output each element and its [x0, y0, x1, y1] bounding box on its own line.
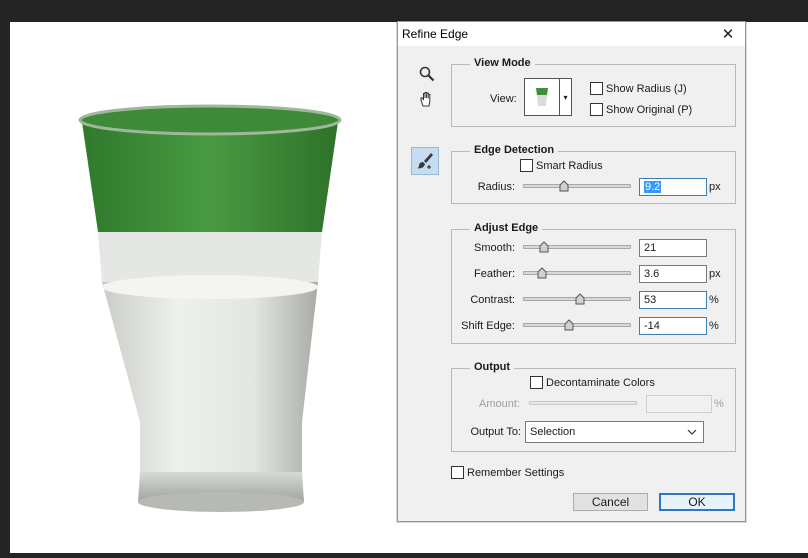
feather-slider[interactable] [523, 265, 631, 281]
radius-input[interactable]: 9.2 [639, 178, 707, 196]
chevron-down-icon [687, 429, 697, 435]
contrast-unit: % [709, 294, 719, 306]
adjust-edge-legend: Adjust Edge [470, 222, 543, 234]
slider-track [523, 323, 631, 327]
contrast-label: Contrast: [470, 294, 515, 306]
radius-label: Radius: [477, 181, 515, 193]
output-to-label: Output To: [470, 426, 521, 438]
checkbox-box [451, 466, 464, 479]
shift-edge-input[interactable]: -14 [639, 317, 707, 335]
output-to-value: Selection [530, 426, 576, 438]
output-legend: Output [470, 361, 515, 373]
feather-input[interactable]: 3.6 [639, 265, 707, 283]
milk-glass-image [78, 104, 342, 512]
decontaminate-colors-checkbox[interactable]: Decontaminate Colors [530, 376, 655, 389]
show-radius-checkbox[interactable]: Show Radius (J) [590, 82, 687, 95]
hand-tool-button[interactable] [414, 86, 440, 112]
view-label: View: [490, 93, 517, 105]
zoom-tool-button[interactable] [414, 61, 440, 87]
edge-detection-legend: Edge Detection [470, 144, 559, 156]
smooth-slider[interactable] [523, 239, 631, 255]
shift-edge-label: Shift Edge: [461, 320, 515, 332]
close-icon[interactable]: ✕ [717, 24, 739, 44]
checkbox-box [590, 82, 603, 95]
slider-track [523, 184, 631, 188]
cancel-button[interactable]: Cancel [573, 493, 648, 511]
view-thumbnail [525, 79, 559, 115]
refine-edge-dialog: Refine Edge ✕ View Mode View: ▾ Show Rad… [397, 21, 746, 522]
show-original-checkbox[interactable]: Show Original (P) [590, 103, 692, 116]
decontaminate-colors-label: Decontaminate Colors [546, 376, 655, 389]
slider-thumb[interactable] [575, 293, 585, 305]
checkbox-box [520, 159, 533, 172]
radius-unit: px [709, 181, 721, 193]
amount-slider [529, 395, 637, 411]
remember-settings-label: Remember Settings [467, 466, 565, 479]
shift-edge-slider[interactable] [523, 317, 631, 333]
slider-thumb[interactable] [539, 241, 549, 253]
slider-thumb[interactable] [537, 267, 547, 279]
slider-thumb[interactable] [564, 319, 574, 331]
checkbox-box [590, 103, 603, 116]
dialog-title: Refine Edge [402, 27, 469, 41]
view-mode-legend: View Mode [470, 57, 535, 69]
feather-label: Feather: [474, 268, 515, 280]
chevron-down-icon: ▾ [559, 79, 571, 115]
amount-label: Amount: [479, 398, 520, 410]
amount-input [646, 395, 712, 413]
contrast-input[interactable]: 53 [639, 291, 707, 309]
checkbox-box [530, 376, 543, 389]
radius-slider[interactable] [523, 178, 631, 194]
contrast-slider[interactable] [523, 291, 631, 307]
radius-value: 9.2 [644, 181, 662, 193]
ok-button[interactable]: OK [659, 493, 735, 511]
show-radius-label: Show Radius (J) [606, 82, 687, 95]
remember-settings-checkbox[interactable]: Remember Settings [451, 466, 564, 479]
smooth-label: Smooth: [474, 242, 515, 254]
show-original-label: Show Original (P) [606, 103, 693, 116]
smart-radius-label: Smart Radius [536, 159, 603, 172]
amount-unit: % [714, 398, 724, 410]
magnifier-icon [419, 66, 435, 82]
smooth-input[interactable]: 21 [639, 239, 707, 257]
feather-unit: px [709, 268, 721, 280]
refine-radius-tool-button[interactable] [411, 147, 439, 175]
slider-track [529, 401, 637, 405]
glass-thumbnail-icon [536, 88, 548, 106]
dialog-titlebar[interactable]: Refine Edge ✕ [398, 22, 745, 46]
view-mode-dropdown[interactable]: ▾ [524, 78, 572, 116]
refine-radius-brush-icon [417, 153, 433, 169]
shift-edge-unit: % [709, 320, 719, 332]
output-to-select[interactable]: Selection [525, 421, 704, 443]
slider-thumb[interactable] [559, 180, 569, 192]
hand-icon [420, 92, 431, 107]
smart-radius-checkbox[interactable]: Smart Radius [520, 159, 603, 172]
